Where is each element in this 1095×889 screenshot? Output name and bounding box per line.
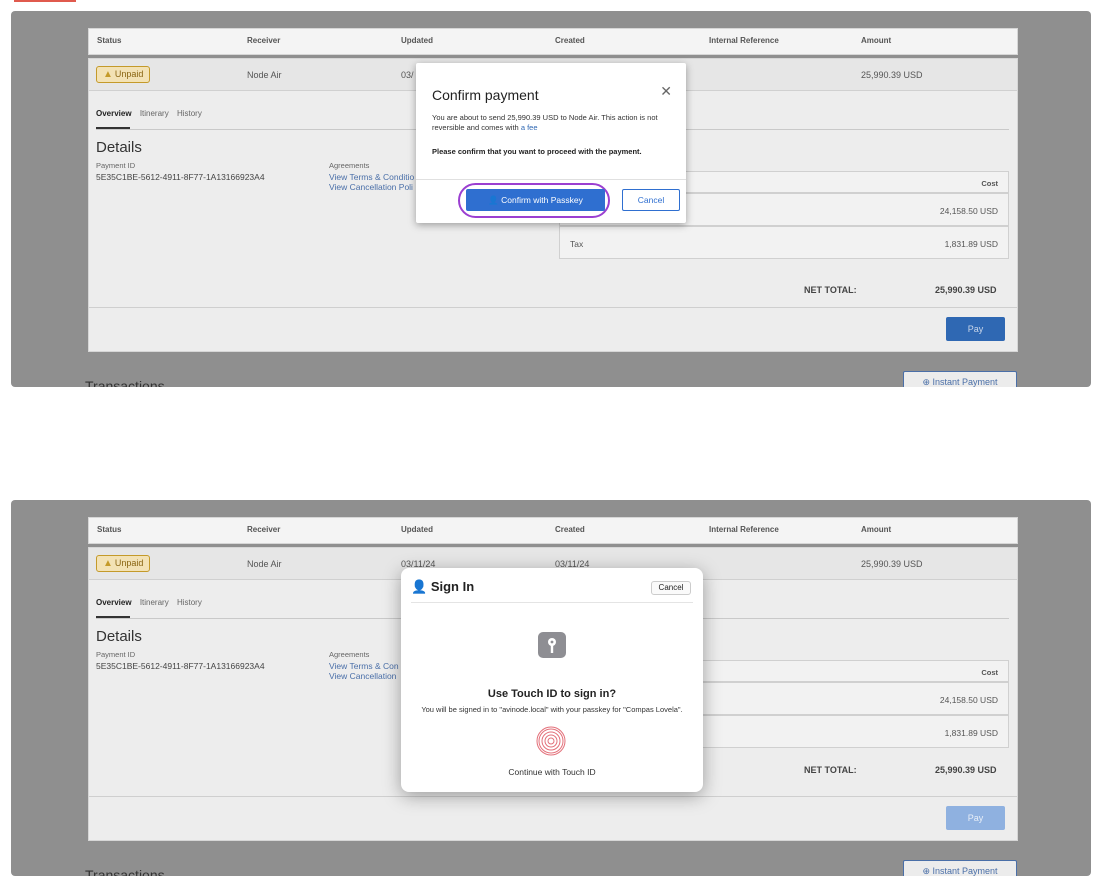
card-footer-divider: [89, 796, 1017, 797]
confirm-with-passkey-button[interactable]: 👤 Confirm with Passkey: [466, 189, 605, 211]
top-accent-line: [14, 0, 76, 2]
base-cost: 24,158.50 USD: [939, 206, 998, 216]
tab-itinerary[interactable]: Itinerary: [140, 109, 169, 118]
tax-cost: 1,831.89 USD: [944, 239, 998, 249]
fee-link[interactable]: a fee: [521, 123, 538, 132]
transactions-title: Transactions: [85, 378, 165, 387]
cost-header: Cost: [981, 179, 998, 188]
net-total-label: NET TOTAL:: [804, 285, 857, 295]
modal-divider: [416, 179, 686, 180]
header-updated: Updated: [401, 36, 433, 45]
pay-button[interactable]: Pay: [946, 317, 1005, 341]
status-badge: ▲ Unpaid: [96, 66, 151, 83]
payment-screen-confirm: Status Receiver Updated Created Internal…: [11, 11, 1091, 387]
updated-cell: 03/: [401, 70, 414, 80]
payment-id-value: 5E35C1BE-5612-4911-8F77-1A13166923A4: [96, 661, 265, 671]
signin-divider: [411, 602, 693, 603]
header-internal-reference: Internal Reference: [709, 36, 779, 45]
net-total-value: 25,990.39 USD: [935, 285, 997, 295]
header-status: Status: [97, 525, 122, 534]
signin-sheet: 👤 Sign In Cancel Use Touch ID to sign in…: [401, 568, 703, 792]
header-updated: Updated: [401, 525, 433, 534]
header-receiver: Receiver: [247, 36, 281, 45]
cost-header: Cost: [981, 668, 998, 677]
plus-circle-icon: ⊕: [922, 866, 933, 876]
tax-cost: 1,831.89 USD: [944, 728, 998, 738]
terms-link[interactable]: View Terms & Con: [329, 661, 399, 671]
table-header: Status Receiver Updated Created Internal…: [88, 28, 1018, 55]
modal-body: You are about to send 25,990.39 USD to N…: [432, 113, 658, 132]
header-amount: Amount: [861, 36, 892, 45]
plus-circle-icon: ⊕: [922, 377, 933, 387]
details-title: Details: [96, 139, 142, 156]
instant-payment-button[interactable]: ⊕ Instant Payment: [903, 860, 1017, 876]
tab-bar: Overview Itinerary History: [96, 109, 208, 118]
tab-itinerary[interactable]: Itinerary: [140, 598, 169, 607]
transactions-title: Transactions: [85, 867, 165, 876]
signin-title: 👤 Sign In: [411, 579, 475, 594]
tax-label: Tax: [570, 239, 584, 249]
modal-prompt: Please confirm that you want to proceed …: [432, 147, 642, 156]
card-footer-divider: [89, 307, 1017, 308]
net-total-label: NET TOTAL:: [804, 765, 857, 775]
receiver-cell: Node Air: [247, 559, 282, 569]
tab-overview[interactable]: Overview: [96, 109, 132, 118]
tab-bar: Overview Itinerary History: [96, 598, 208, 607]
tab-history[interactable]: History: [177, 598, 202, 607]
header-internal-reference: Internal Reference: [709, 525, 779, 534]
warning-icon: ▲: [103, 69, 113, 80]
tab-overview[interactable]: Overview: [96, 598, 132, 607]
confirm-payment-modal: Confirm payment ✕ You are about to send …: [416, 63, 686, 223]
cancel-button[interactable]: Cancel: [622, 189, 680, 211]
payment-screen-signin: Status Receiver Updated Created Internal…: [11, 500, 1091, 876]
passkey-icon: 👤: [411, 579, 431, 594]
cancellation-link[interactable]: View Cancellation Poli: [329, 182, 413, 192]
pay-button[interactable]: Pay: [946, 806, 1005, 830]
status-badge: ▲ Unpaid: [96, 555, 151, 572]
instant-payment-button[interactable]: ⊕ Instant Payment: [903, 371, 1017, 387]
details-title: Details: [96, 628, 142, 645]
signin-cancel-button[interactable]: Cancel: [651, 581, 691, 595]
agreements-label: Agreements: [329, 161, 370, 170]
modal-title: Confirm payment: [432, 87, 539, 103]
table-header: Status Receiver Updated Created Internal…: [88, 517, 1018, 544]
tab-history[interactable]: History: [177, 109, 202, 118]
header-created: Created: [555, 36, 585, 45]
payment-id-label: Payment ID: [96, 161, 136, 170]
receiver-cell: Node Air: [247, 70, 282, 80]
base-cost: 24,158.50 USD: [939, 695, 998, 705]
passkey-icon: 👤: [488, 195, 502, 205]
cost-row-tax: Tax 1,831.89 USD: [559, 226, 1009, 259]
touchid-description: You will be signed in to "avinode.local"…: [421, 705, 683, 714]
header-created: Created: [555, 525, 585, 534]
continue-with-touchid[interactable]: Continue with Touch ID: [401, 767, 703, 777]
terms-link[interactable]: View Terms & Conditio: [329, 172, 414, 182]
header-amount: Amount: [861, 525, 892, 534]
payment-id-value: 5E35C1BE-5612-4911-8F77-1A13166923A4: [96, 172, 265, 182]
amount-cell: 25,990.39 USD: [861, 559, 923, 569]
header-receiver: Receiver: [247, 525, 281, 534]
key-icon: [538, 632, 566, 658]
agreements-label: Agreements: [329, 650, 370, 659]
warning-icon: ▲: [103, 558, 113, 569]
net-total-value: 25,990.39 USD: [935, 765, 997, 775]
touchid-question: Use Touch ID to sign in?: [487, 688, 617, 700]
payment-id-label: Payment ID: [96, 650, 136, 659]
cancellation-link[interactable]: View Cancellation: [329, 671, 396, 681]
amount-cell: 25,990.39 USD: [861, 70, 923, 80]
header-status: Status: [97, 36, 122, 45]
fingerprint-icon[interactable]: [536, 726, 566, 756]
close-icon[interactable]: ✕: [660, 83, 672, 100]
